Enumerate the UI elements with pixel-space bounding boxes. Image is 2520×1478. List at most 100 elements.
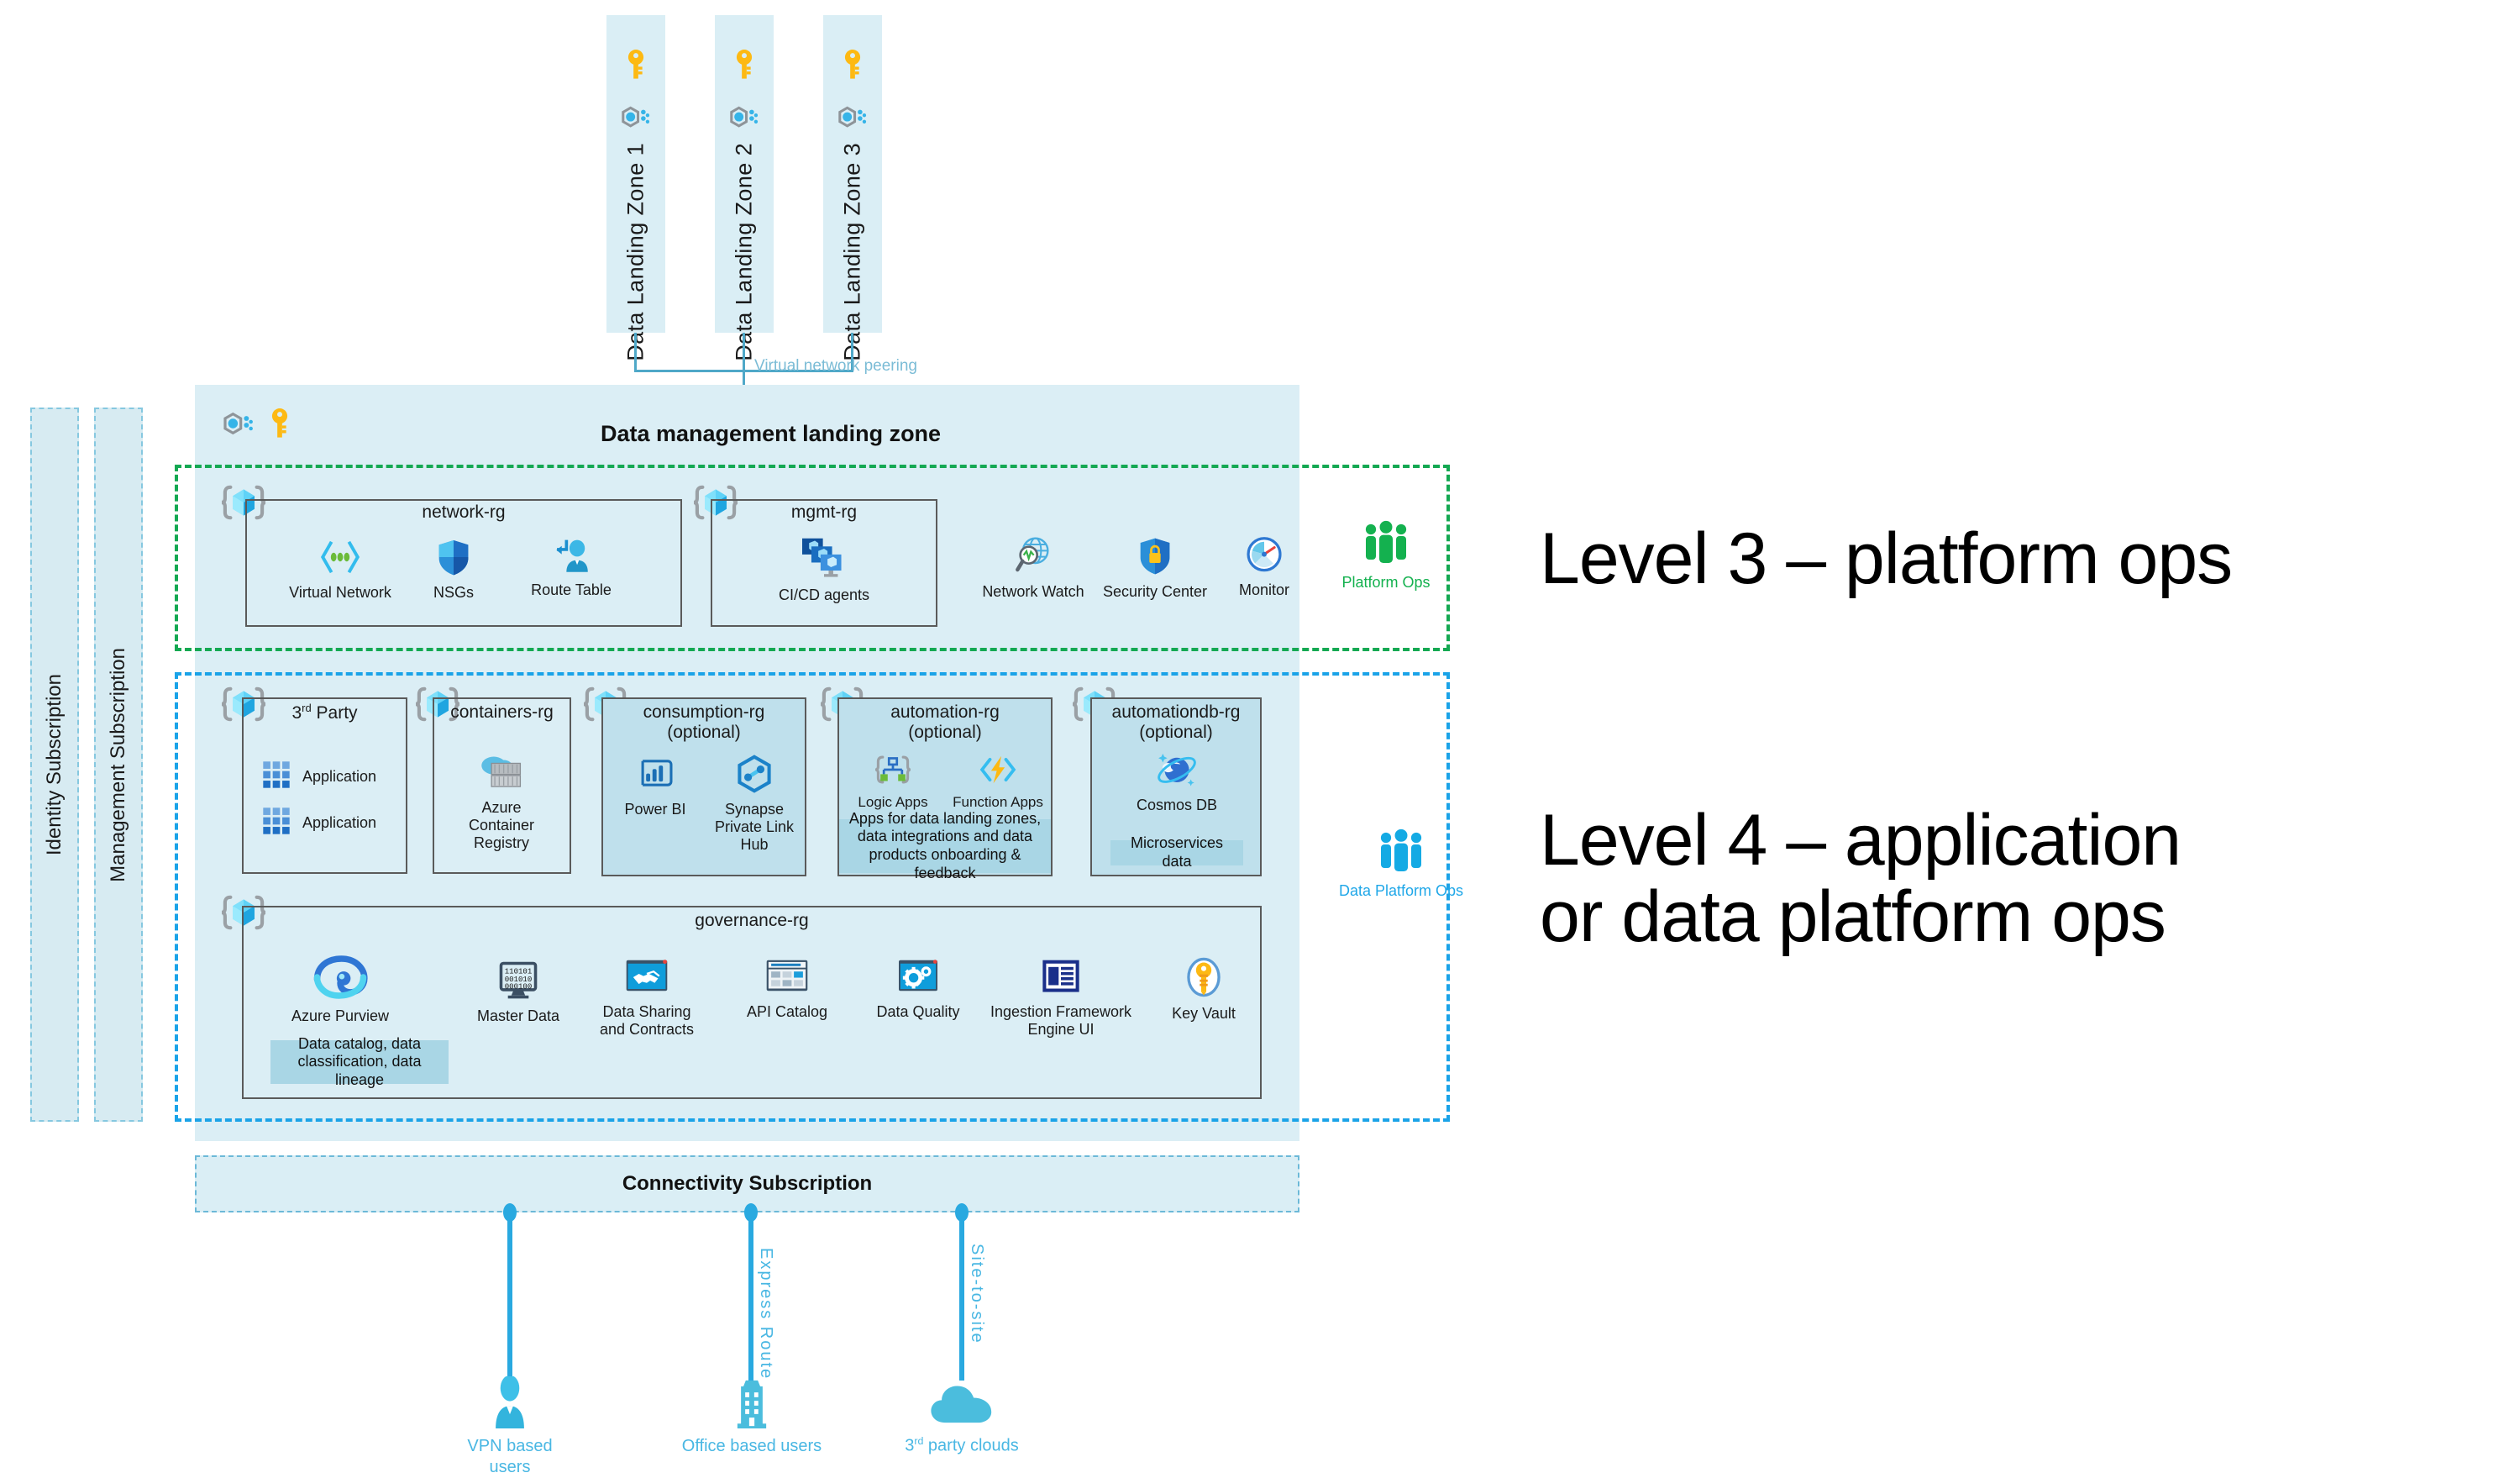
resource-group-icon bbox=[222, 409, 255, 445]
data-platform-ops-label: Data Platform Ops bbox=[1338, 882, 1464, 899]
resource-group-icon bbox=[837, 103, 869, 138]
resource-group-icon bbox=[620, 103, 652, 138]
express-route-dot bbox=[744, 1203, 758, 1222]
data-landing-zone-3-label: Data Landing Zone 3 bbox=[839, 143, 865, 361]
key-icon bbox=[622, 49, 650, 87]
resource-key-vault[interactable]: Key Vault bbox=[1158, 956, 1250, 1023]
resource-power-bi[interactable]: Power BI bbox=[612, 756, 699, 818]
automation-rg-name: automation-rg bbox=[890, 702, 1000, 722]
resource-group-automation-rg-title: automation-rg (optional) bbox=[837, 702, 1053, 743]
resource-data-quality[interactable]: Data Quality bbox=[872, 958, 964, 1021]
endpoint-third-party-clouds[interactable]: 3rd party clouds bbox=[886, 1382, 1037, 1457]
resource-application-1[interactable]: Application bbox=[262, 760, 376, 793]
resource-network-watch-label: Network Watch bbox=[982, 583, 1084, 600]
level-4-caption: Level 4 – application or data platform o… bbox=[1540, 800, 2181, 958]
data-landing-zone-1[interactable]: Data Landing Zone 1 bbox=[606, 15, 665, 361]
resource-power-bi-label: Power BI bbox=[624, 801, 686, 818]
resource-key-vault-label: Key Vault bbox=[1172, 1005, 1236, 1022]
resource-virtual-network[interactable]: Virtual Network bbox=[286, 538, 395, 602]
site-to-site-line bbox=[959, 1212, 964, 1381]
people-group-icon bbox=[1360, 519, 1412, 571]
resource-route-table[interactable]: Route Table bbox=[517, 535, 626, 599]
resource-data-sharing-and-contracts-label: Data Sharing and Contracts bbox=[599, 1003, 695, 1039]
monitor-gauge-icon bbox=[1246, 536, 1283, 579]
resource-cicd-agents[interactable]: CI/CD agents bbox=[774, 536, 874, 604]
master-data-icon: 110101 001010 000100 bbox=[496, 960, 540, 1005]
key-vault-icon bbox=[1184, 956, 1224, 1002]
management-subscription-label: Management Subscription bbox=[107, 647, 129, 882]
vm-stack-icon bbox=[800, 536, 848, 584]
resource-group-third-party-title: 3rd Party bbox=[291, 702, 358, 723]
network-watcher-icon bbox=[1014, 536, 1053, 581]
data-landing-zone-2[interactable]: Data Landing Zone 2 bbox=[715, 15, 774, 361]
connectivity-subscription-title: Connectivity Subscription bbox=[622, 1172, 873, 1195]
site-to-site-dot bbox=[955, 1203, 969, 1222]
resource-group-network-rg-title: network-rg bbox=[422, 502, 506, 522]
resource-application-2-label: Application bbox=[302, 813, 377, 831]
consumption-rg-name: consumption-rg bbox=[643, 702, 765, 722]
resource-security-center[interactable]: Security Center bbox=[1096, 536, 1214, 601]
identity-subscription-label: Identity Subscription bbox=[43, 673, 66, 856]
virtual-network-peering-label: Virtual network peering bbox=[754, 357, 917, 375]
express-route-line bbox=[748, 1212, 753, 1381]
app-grid-icon bbox=[262, 807, 291, 839]
app-grid-icon bbox=[262, 760, 291, 793]
resource-logic-apps-label: Logic Apps bbox=[858, 794, 928, 810]
ingestion-ui-icon bbox=[1040, 958, 1082, 1001]
route-table-icon bbox=[551, 535, 591, 580]
data-landing-zone-1-label: Data Landing Zone 1 bbox=[622, 143, 648, 361]
resource-application-2[interactable]: Application bbox=[262, 807, 376, 839]
resource-security-center-label: Security Center bbox=[1102, 583, 1208, 600]
resource-group-consumption-rg-title: consumption-rg (optional) bbox=[601, 702, 806, 743]
vpn-connector-line bbox=[507, 1212, 512, 1381]
office-building-icon bbox=[732, 1378, 771, 1433]
data-landing-zone-2-label: Data Landing Zone 2 bbox=[731, 143, 757, 361]
endpoint-office-users-label: Office based users bbox=[681, 1437, 822, 1455]
resource-cosmos-db[interactable]: Cosmos DB bbox=[1132, 748, 1221, 814]
platform-ops-group[interactable]: Platform Ops bbox=[1327, 519, 1445, 592]
data-landing-zone-3[interactable]: Data Landing Zone 3 bbox=[823, 15, 882, 361]
resource-virtual-network-label: Virtual Network bbox=[289, 584, 391, 601]
resource-monitor[interactable]: Monitor bbox=[1218, 536, 1310, 599]
virtual-network-icon bbox=[318, 538, 362, 581]
resource-ingestion-framework-engine-ui[interactable]: Ingestion Framework Engine UI bbox=[990, 958, 1132, 1039]
management-subscription[interactable]: Management Subscription bbox=[94, 408, 143, 1122]
resource-synapse-private-link-hub[interactable]: Synapse Private Link Hub bbox=[711, 755, 798, 855]
resource-azure-purview-label: Azure Purview bbox=[291, 1007, 390, 1024]
resource-function-apps[interactable]: Function Apps bbox=[949, 752, 1047, 811]
key-icon bbox=[730, 49, 759, 87]
resource-group-automationdb-rg-title: automationdb-rg (optional) bbox=[1090, 702, 1262, 743]
site-to-site-label: Site-to-site bbox=[968, 1244, 986, 1344]
security-center-icon bbox=[1138, 536, 1172, 581]
resource-network-watch[interactable]: Network Watch bbox=[974, 536, 1092, 601]
cloud-icon bbox=[930, 1382, 994, 1432]
resource-cosmos-db-label: Cosmos DB bbox=[1136, 797, 1218, 813]
identity-subscription[interactable]: Identity Subscription bbox=[30, 408, 79, 1122]
endpoint-office-users[interactable]: Office based users bbox=[676, 1378, 827, 1457]
resource-azure-container-registry[interactable]: Azure Container Registry bbox=[447, 752, 556, 853]
endpoint-vpn-users[interactable]: VPN based users bbox=[447, 1375, 573, 1478]
resource-application-1-label: Application bbox=[302, 767, 377, 785]
logic-apps-icon bbox=[874, 752, 912, 792]
express-route-label: Express Route bbox=[757, 1248, 775, 1381]
resource-azure-purview[interactable]: Azure Purview bbox=[277, 954, 403, 1025]
synapse-icon bbox=[734, 755, 774, 797]
key-icon bbox=[265, 408, 294, 445]
resource-master-data-label: Master Data bbox=[476, 1007, 560, 1024]
resource-api-catalog[interactable]: API Catalog bbox=[732, 958, 842, 1021]
shield-icon bbox=[437, 538, 470, 581]
consumption-rg-subtitle: (optional) bbox=[667, 723, 741, 743]
resource-master-data[interactable]: 110101 001010 000100 Master Data bbox=[464, 960, 573, 1025]
resource-logic-apps[interactable]: Logic Apps bbox=[844, 752, 942, 811]
data-platform-ops-group[interactable]: Data Platform Ops bbox=[1326, 828, 1477, 900]
vpn-connector-dot bbox=[503, 1203, 517, 1222]
resource-azure-container-registry-label: Azure Container Registry bbox=[468, 799, 535, 852]
resource-data-quality-label: Data Quality bbox=[876, 1003, 960, 1020]
resource-synapse-private-link-hub-label: Synapse Private Link Hub bbox=[714, 801, 795, 854]
resource-function-apps-label: Function Apps bbox=[953, 794, 1043, 810]
automation-rg-note: Apps for data landing zones, data integr… bbox=[839, 810, 1051, 881]
resource-data-sharing-and-contracts[interactable]: Data Sharing and Contracts bbox=[588, 958, 706, 1039]
resource-nsgs[interactable]: NSGs bbox=[407, 538, 500, 602]
azure-purview-note: Data catalog, data classification, data … bbox=[270, 1035, 449, 1088]
resource-group-icon bbox=[728, 103, 760, 138]
